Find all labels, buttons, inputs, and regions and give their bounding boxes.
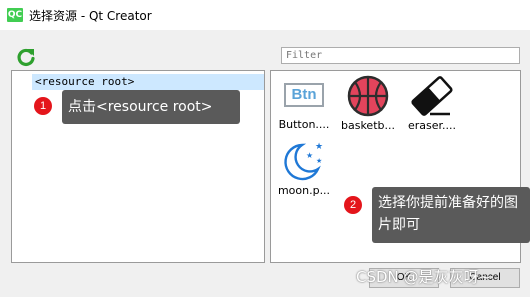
filter-input[interactable] xyxy=(281,47,520,64)
file-label: Button.... xyxy=(278,118,330,131)
tree-item-resource-root[interactable]: <resource root> xyxy=(32,74,264,90)
qt-creator-logo-icon: QC xyxy=(7,8,23,22)
eraser-icon xyxy=(411,76,453,116)
file-item-eraser[interactable]: eraser.... xyxy=(399,74,465,132)
file-label: eraser.... xyxy=(407,119,457,132)
window-title: 选择资源 - Qt Creator xyxy=(29,9,152,23)
file-item-moon[interactable]: ★ ★ ★ moon.p... xyxy=(271,139,337,197)
basketball-icon xyxy=(347,75,389,117)
annotation-badge-2: 2 xyxy=(344,196,362,214)
svg-text:★: ★ xyxy=(306,151,313,160)
file-item-button[interactable]: Btn Button.... xyxy=(271,74,337,131)
annotation-callout-1: 点击<resource root> xyxy=(62,90,240,124)
svg-text:★: ★ xyxy=(315,142,323,152)
csdn-watermark: CSDN @是灰灰呀~ xyxy=(356,268,492,286)
file-label: moon.p... xyxy=(277,184,331,197)
btn-icon: Btn xyxy=(284,83,324,107)
annotation-callout-2: 选择你提前准备好的图片即可 xyxy=(372,187,530,243)
file-item-basketball[interactable]: basketb... xyxy=(335,74,401,132)
title-bar: QC 选择资源 - Qt Creator xyxy=(0,0,530,30)
file-label: basketb... xyxy=(341,119,395,132)
svg-text:★: ★ xyxy=(316,157,322,165)
refresh-icon[interactable] xyxy=(16,47,36,67)
moon-icon: ★ ★ ★ xyxy=(284,142,323,181)
annotation-badge-1: 1 xyxy=(34,97,52,115)
